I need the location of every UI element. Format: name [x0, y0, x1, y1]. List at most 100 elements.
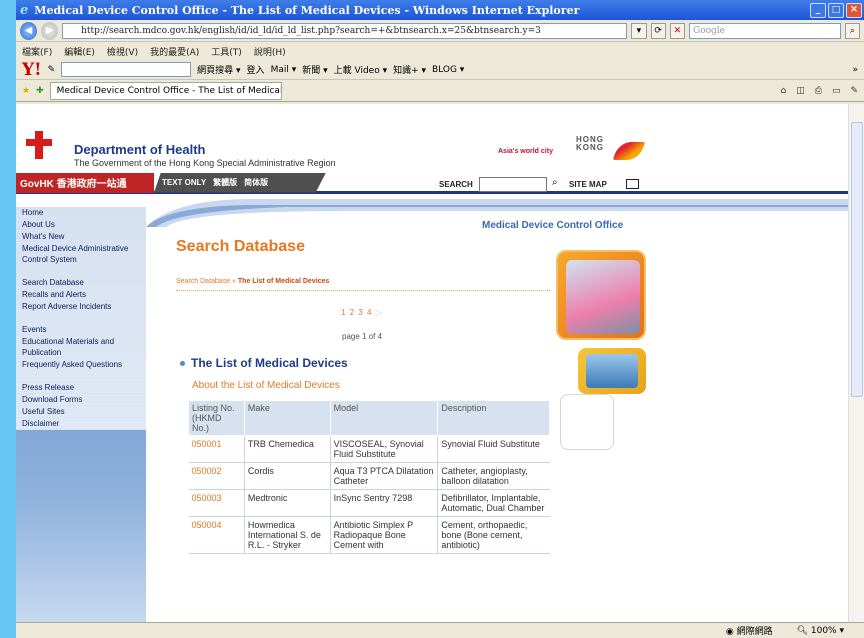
bullet-icon: [180, 361, 185, 367]
site-header: Department of Health The Government of t…: [16, 104, 848, 174]
tab-title: Medical Device Control Office - The List…: [56, 85, 282, 96]
menu-edit[interactable]: 編輯(E): [64, 45, 95, 58]
page-icon[interactable]: ▭: [832, 86, 841, 96]
breadcrumb-parent[interactable]: Search Database: [176, 278, 230, 285]
screen: e Medical Device Control Office - The Li…: [0, 0, 864, 638]
active-tab[interactable]: Medical Device Control Office - The List…: [49, 81, 282, 100]
yahoo-knowledge[interactable]: 知識+ ▾: [393, 63, 426, 76]
sidebar-item-useful-sites[interactable]: Useful Sites: [16, 406, 146, 418]
devices-table: Listing No. (HKMD No.) Make Model Descri…: [188, 400, 550, 554]
google-search-input[interactable]: Google: [689, 22, 841, 39]
sidebar-item-report-incidents[interactable]: Report Adverse Incidents: [16, 301, 146, 324]
menu-favorites[interactable]: 我的最愛(A): [150, 45, 199, 58]
listing-no-link[interactable]: 050004: [188, 516, 245, 554]
table-row: 050001 TRB Chemedica VISCOSEAL, Synovial…: [188, 435, 550, 463]
tools-icon[interactable]: ✎: [850, 86, 858, 96]
sidebar-item-events[interactable]: Events: [16, 324, 146, 336]
breadcrumb-separator: »: [232, 278, 236, 285]
yahoo-logo-icon[interactable]: Y!: [22, 60, 42, 79]
tab-bar: ★ ✚ Medical Device Control Office - The …: [16, 80, 864, 102]
govhk-link[interactable]: GovHK 香港政府一站通: [16, 172, 154, 193]
sidebar-item-madcs[interactable]: Medical Device Administrative Control Sy…: [16, 243, 146, 277]
refresh-icon[interactable]: ⟳: [650, 22, 666, 39]
site-search-input[interactable]: [479, 177, 547, 192]
url-input[interactable]: http://search.mdco.gov.hk/english/id/id_…: [62, 22, 628, 39]
table-row: 050004 Howmedica International S. de R.L…: [188, 516, 550, 554]
menu-tools[interactable]: 工具(T): [211, 45, 242, 58]
page-links[interactable]: 1 2 3 4: [341, 308, 372, 317]
title-bar: e Medical Device Control Office - The Li…: [16, 0, 864, 20]
maximize-button[interactable]: □: [828, 2, 844, 18]
yahoo-news[interactable]: 新聞 ▾: [302, 63, 327, 76]
pen-icon[interactable]: ✎: [48, 65, 56, 75]
browser-window: e Medical Device Control Office - The Li…: [16, 0, 864, 638]
cell-model: Aqua T3 PTCA Dilatation Catheter: [329, 462, 438, 490]
cell-make: TRB Chemedica: [243, 435, 331, 463]
sidebar-item-press-release[interactable]: Press Release: [16, 382, 146, 394]
listing-no-link[interactable]: 050002: [188, 462, 245, 490]
sidebar-item-whats-new[interactable]: What's New: [16, 231, 146, 243]
cell-model: Antibiotic Simplex P Radiopaque Bone Cem…: [329, 516, 438, 554]
menu-help[interactable]: 說明(H): [254, 45, 286, 58]
add-favorite-icon[interactable]: ✚: [36, 86, 44, 96]
sidebar-item-recalls[interactable]: Recalls and Alerts: [16, 289, 146, 301]
toolbar-overflow[interactable]: »: [852, 65, 864, 75]
yahoo-mail[interactable]: Mail ▾: [271, 65, 297, 75]
sidebar-item-disclaimer[interactable]: Disclaimer: [16, 418, 146, 430]
forward-button[interactable]: ▶: [41, 21, 59, 40]
page-title: Search Database: [176, 238, 305, 255]
zoom-level[interactable]: 🔍︎ 100% ▾: [797, 626, 844, 636]
next-page-icon[interactable]: ▷: [376, 308, 383, 317]
about-list-link[interactable]: About the List of Medical Devices: [192, 380, 340, 391]
favorites-star-icon[interactable]: ★: [22, 86, 30, 96]
print-icon[interactable]: ⎙: [815, 86, 822, 96]
listing-no-link[interactable]: 050003: [188, 489, 245, 517]
magnifier-icon[interactable]: ⌕: [552, 177, 558, 188]
breadcrumb-current: The List of Medical Devices: [237, 278, 330, 285]
yahoo-search-input[interactable]: [61, 62, 192, 77]
yahoo-web-search[interactable]: 網頁搜尋 ▾: [197, 63, 240, 76]
listing-no-link[interactable]: 050001: [188, 435, 245, 463]
sidebar-item-faq[interactable]: Frequently Asked Questions: [16, 359, 146, 382]
minimize-button[interactable]: _: [810, 2, 826, 18]
sidebar-item-download-forms[interactable]: Download Forms: [16, 394, 146, 406]
stop-icon[interactable]: ✕: [669, 22, 686, 39]
menu-file[interactable]: 檔案(F): [22, 45, 52, 58]
back-button[interactable]: ◀: [20, 21, 38, 40]
sidebar-item-about-us[interactable]: About Us: [16, 219, 146, 231]
scrollbar-thumb[interactable]: [851, 122, 863, 397]
list-heading: The List of Medical Devices: [180, 356, 348, 370]
feeds-icon[interactable]: ◫: [796, 86, 805, 96]
home-icon[interactable]: ⌂: [781, 86, 787, 96]
mail-icon[interactable]: [626, 179, 639, 189]
yahoo-blog[interactable]: BLOG ▾: [432, 65, 464, 75]
divider: [176, 290, 550, 291]
vertical-scrollbar[interactable]: [848, 104, 864, 622]
health-cross-logo: [26, 131, 52, 159]
cell-description: Catheter, angioplasty, balloon dilatatio…: [437, 462, 550, 490]
col-description: Description: [437, 400, 550, 436]
url-dropdown-icon[interactable]: ▾: [631, 22, 647, 39]
simplified-chinese-link[interactable]: 简体版: [244, 177, 268, 188]
breadcrumb: Search Database » The List of Medical De…: [176, 278, 329, 285]
text-only-link[interactable]: TEXT ONLY: [162, 178, 206, 187]
yahoo-login[interactable]: 登入: [247, 63, 265, 76]
yahoo-video[interactable]: 上載 Video ▾: [334, 63, 387, 76]
sidebar-item-home[interactable]: Home: [16, 207, 146, 219]
menu-view[interactable]: 檢視(V): [107, 45, 138, 58]
brand-tagline: Asia's world city: [498, 148, 553, 155]
sidebar-item-search-database[interactable]: Search Database: [16, 277, 146, 289]
office-name: Medical Device Control Office: [482, 220, 624, 231]
search-icon[interactable]: ⌕: [844, 22, 860, 39]
site-map-link[interactable]: SITE MAP: [569, 180, 607, 189]
yahoo-toolbar: Y! ✎ 網頁搜尋 ▾ 登入 Mail ▾ 新聞 ▾ 上載 Video ▾ 知識…: [16, 60, 864, 80]
close-button[interactable]: ✕: [846, 2, 862, 18]
cell-make: Medtronic: [243, 489, 331, 517]
sidebar-item-educational[interactable]: Educational Materials and Publication: [16, 336, 146, 359]
top-nav-bar: GovHK 香港政府一站通 TEXT ONLY 繁體版 简体版 SEARCH ⌕…: [16, 172, 848, 194]
department-name[interactable]: Department of Health: [74, 142, 205, 157]
dragon-logo-icon: [612, 142, 646, 160]
cell-description: Cement, orthopaedic, bone (Bone cement, …: [437, 516, 550, 554]
hong-kong-logo: HONG KONG: [576, 135, 604, 152]
traditional-chinese-link[interactable]: 繁體版: [213, 177, 237, 188]
